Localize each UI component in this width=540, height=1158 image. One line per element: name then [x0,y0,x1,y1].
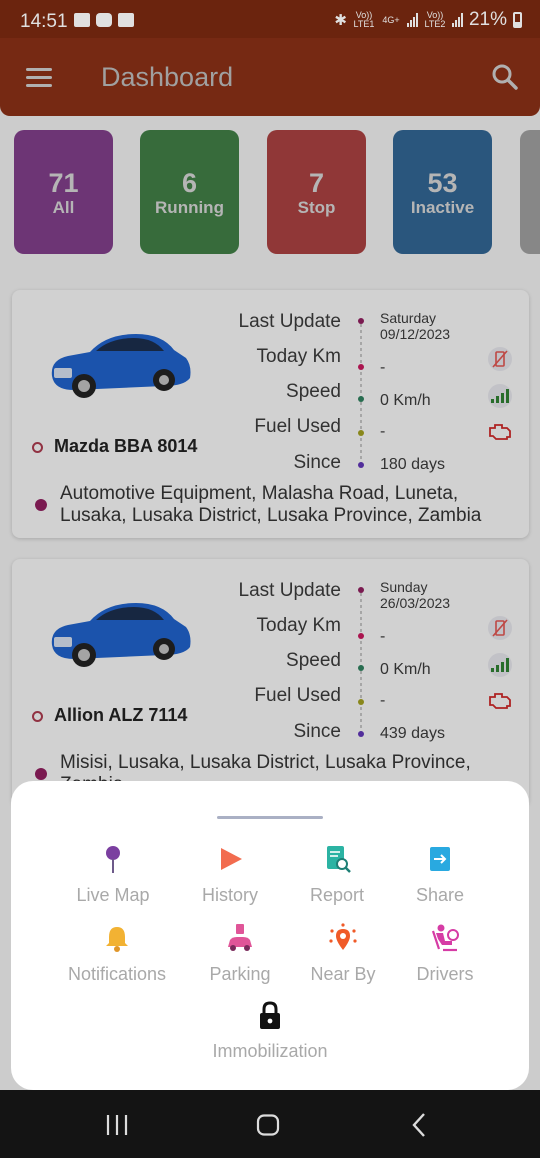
action-label: Parking [209,964,271,984]
parking-icon [228,924,252,951]
action-history[interactable]: History [170,844,290,906]
action-report[interactable]: Report [277,844,397,906]
action-drivers[interactable]: Drivers [385,923,505,985]
action-immobilization[interactable]: Immobilization [200,1000,340,1062]
report-icon [327,846,351,873]
recent-apps-icon[interactable] [104,1114,130,1136]
share-icon [430,847,450,871]
play-icon [221,848,242,870]
action-label: Share [415,885,465,905]
lock-icon [260,1001,280,1029]
action-notifications[interactable]: Notifications [57,923,177,985]
action-label: Live Map [76,885,150,905]
back-icon[interactable] [410,1112,428,1138]
sheet-drag-handle[interactable] [217,816,323,819]
map-pin-icon [106,846,120,873]
action-live-map[interactable]: Live Map [53,844,173,906]
driver-icon [431,924,459,952]
bell-icon [106,927,128,952]
near-by-icon [329,923,357,950]
actions-bottom-sheet: Live Map History Report Share Notificati… [11,781,529,1090]
action-parking[interactable]: Parking [180,923,300,985]
action-label: Drivers [416,964,474,984]
home-icon[interactable] [256,1114,280,1136]
system-nav-bar [0,1090,540,1158]
action-label: Notifications [67,964,167,984]
action-label: Immobilization [212,1041,328,1061]
action-share[interactable]: Share [380,844,500,906]
action-label: Report [309,885,365,905]
action-label: History [201,885,258,905]
